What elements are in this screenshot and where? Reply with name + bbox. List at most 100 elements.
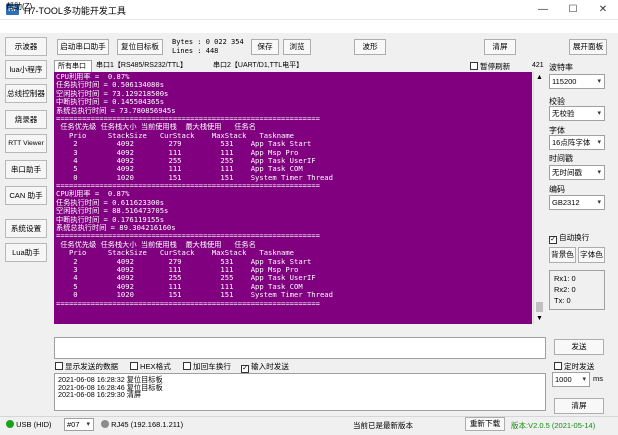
console-line: 任务执行时间 = 0.611623300s	[56, 198, 165, 207]
console-line: 0 1020 151 151 System Timer Thread	[56, 173, 333, 182]
pause-refresh-box[interactable]	[470, 62, 478, 70]
device-select[interactable]: #07 ▾	[64, 418, 94, 431]
chevron-down-icon: ▾	[582, 376, 586, 383]
update-status: 当前已是最新版本	[353, 421, 413, 430]
lines-value: 448	[205, 47, 219, 55]
serial-console[interactable]: CPU利用率 = 0.87% 任务执行时间 = 0.506134080s 空闲执行时…	[54, 72, 532, 324]
console-line: CPU利用率 = 0.87%	[56, 190, 130, 199]
font-select[interactable]: 16点阵字体 ▾	[549, 135, 605, 150]
right-clear-button[interactable]: 清屏	[554, 398, 604, 414]
bytes-label: Bytes :	[172, 38, 202, 46]
send-input[interactable]	[54, 337, 546, 359]
waveform-button[interactable]: 波形	[354, 39, 386, 55]
hex-format-checkbox[interactable]: HEX格式	[130, 361, 171, 372]
encoding-select[interactable]: GB2312 ▾	[549, 195, 605, 210]
tx-label: Tx:	[554, 296, 565, 305]
window-title: H7-TOOL多功能开发工具	[24, 6, 126, 16]
save-button[interactable]: 保存	[251, 39, 279, 55]
show-sent-box[interactable]	[55, 362, 63, 370]
lines-label: Lines :	[172, 47, 202, 55]
console-line: 系统总执行时间 = 89.304216160s	[56, 224, 176, 233]
baud-label: 波特率	[549, 63, 573, 72]
baud-value: 115200	[552, 77, 577, 86]
menu-help[interactable]: 帮助(Z)	[6, 1, 32, 12]
tab-all-ports[interactable]: 所有串口	[54, 60, 92, 72]
start-serial-helper-button[interactable]: 启动串口助手	[57, 39, 109, 55]
font-value: 16点阵字体	[552, 138, 591, 147]
parity-select[interactable]: 无校验 ▾	[549, 106, 605, 121]
interval-value: 1000	[555, 375, 572, 384]
add-crlf-checkbox[interactable]: 加回车换行	[183, 361, 231, 372]
timed-send-box[interactable]	[554, 362, 562, 370]
console-line: Prio StackSize CurStack MaxStack Tasknam…	[56, 131, 294, 140]
rj45-label: RJ45 (192.168.1.211)	[111, 420, 184, 429]
scroll-down-icon[interactable]: ▼	[533, 313, 546, 324]
scroll-thumb[interactable]	[536, 302, 543, 312]
sidebar-item-oscilloscope[interactable]: 示波器	[5, 37, 47, 56]
font-color-button[interactable]: 字体色	[578, 247, 605, 263]
close-button[interactable]: ✕	[588, 0, 618, 20]
console-line: 任务执行时间 = 0.506134080s	[56, 81, 165, 90]
line-count: 421	[532, 62, 544, 69]
console-line: Prio StackSize CurStack MaxStack Tasknam…	[56, 249, 294, 258]
hex-format-box[interactable]	[130, 362, 138, 370]
sidebar-item-programmer[interactable]: 烧录器	[5, 110, 47, 129]
maximize-button[interactable]: ☐	[558, 0, 588, 20]
minimize-button[interactable]: —	[528, 0, 558, 20]
console-line: 5 4092 111 111 App Task COM	[56, 282, 303, 291]
reset-target-button[interactable]: 复位目标板	[117, 39, 163, 55]
timed-send-checkbox[interactable]: 定时发送	[554, 361, 594, 372]
auto-newline-checkbox[interactable]: ✓ 自动换行	[549, 232, 589, 244]
timestamp-label: 时间戳	[549, 154, 573, 163]
baud-select[interactable]: 115200 ▾	[549, 74, 605, 89]
usb-status-dot-icon	[6, 420, 14, 428]
scroll-up-icon[interactable]: ▲	[533, 72, 546, 83]
rx1-value: 0	[571, 274, 576, 283]
add-crlf-box[interactable]	[183, 362, 191, 370]
input-send-check-icon[interactable]: ✓	[241, 365, 249, 373]
console-line: 任务优先级 任务栈大小 当前使用栈 最大栈使用 任务名	[56, 240, 256, 249]
rj45-status: RJ45 (192.168.1.211)	[101, 420, 183, 429]
console-line: 中断执行时间 = 0.176119155s	[56, 215, 165, 224]
version-label: 版本:V2.0.5 (2021-05-14)	[511, 421, 596, 430]
show-sent-checkbox[interactable]: 显示发送的数据	[55, 361, 118, 372]
tx-value: 0	[566, 296, 571, 305]
console-line: 任务优先级 任务栈大小 当前使用栈 最大栈使用 任务名	[56, 123, 256, 132]
rx2-label: Rx2:	[554, 285, 570, 294]
timestamp-select[interactable]: 无时间戳 ▾	[549, 165, 605, 180]
auto-newline-check-icon[interactable]: ✓	[549, 236, 557, 244]
sidebar-item-can-helper[interactable]: CAN 助手	[5, 186, 47, 205]
interval-unit: ms	[593, 374, 603, 383]
tab-port2[interactable]: 串口2【UART/D1,TTL电平】	[210, 60, 325, 72]
console-line: 4 4092 255 255 App Task UserIF	[56, 156, 316, 165]
console-scrollbar[interactable]	[533, 72, 546, 324]
expand-panel-button[interactable]: 展开面板	[569, 39, 607, 55]
input-send-checkbox[interactable]: ✓ 输入时发送	[241, 361, 289, 373]
interval-input[interactable]: 1000 ▾	[552, 372, 590, 387]
sidebar-item-lua-program[interactable]: lua小程序	[5, 60, 47, 79]
browse-button[interactable]: 浏览	[283, 39, 311, 55]
byte-counter: Bytes : 0 022 354 Lines : 448	[172, 38, 244, 56]
sidebar-item-system-settings[interactable]: 系统设置	[5, 219, 47, 238]
sidebar-item-rtt-viewer[interactable]: RTT Viewer	[5, 134, 47, 153]
tab-port1[interactable]: 串口1【RS485/RS232/TTL】	[93, 60, 210, 72]
rx1-label: Rx1:	[554, 274, 570, 283]
rx-tx-counters: Rx1: 0 Rx2: 0 Tx: 0	[549, 270, 605, 310]
sidebar-item-lua-helper[interactable]: Lua助手	[5, 243, 47, 262]
redownload-button[interactable]: 重新下载	[465, 417, 505, 431]
console-line: 中断执行时间 = 0.145504365s	[56, 98, 165, 107]
sidebar-item-serial-helper[interactable]: 串口助手	[5, 160, 47, 179]
bg-color-button[interactable]: 背景色	[549, 247, 576, 263]
send-button[interactable]: 发送	[554, 339, 604, 355]
rj45-status-dot-icon	[101, 420, 109, 428]
console-line: 系统总执行时间 = 73.780856945s	[56, 106, 176, 115]
device-value: #07	[67, 420, 80, 429]
chevron-down-icon: ▾	[597, 199, 601, 206]
pause-refresh-checkbox[interactable]: 暂停刷新	[470, 61, 510, 72]
show-sent-label: 显示发送的数据	[65, 362, 119, 371]
chevron-down-icon: ▾	[597, 139, 601, 146]
log-line: 2021-06-08 16:29:30 清屏	[58, 390, 142, 400]
sidebar-item-bus-controller[interactable]: 总线控制器	[5, 84, 47, 103]
parity-value: 无校验	[552, 109, 575, 118]
clear-screen-button[interactable]: 清屏	[484, 39, 516, 55]
